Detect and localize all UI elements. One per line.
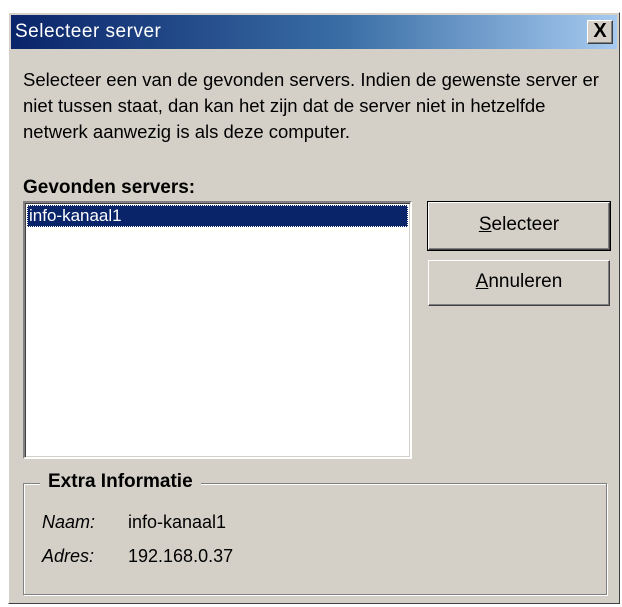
name-row: Naam: info-kanaal1 xyxy=(42,512,226,533)
list-item[interactable]: info-kanaal1 xyxy=(27,205,408,227)
address-label: Adres: xyxy=(42,546,95,566)
server-listbox[interactable]: info-kanaal1 xyxy=(23,201,412,459)
select-button-mnemonic: S xyxy=(478,214,492,235)
close-button[interactable]: X xyxy=(587,20,613,44)
select-button[interactable]: Selecteer xyxy=(427,201,611,251)
title-bar[interactable]: Selecteer server X xyxy=(11,15,617,49)
address-row: Adres: 192.168.0.37 xyxy=(42,546,233,567)
name-value: info-kanaal1 xyxy=(128,512,227,532)
cancel-button-mnemonic: A xyxy=(475,271,489,292)
found-servers-label: Gevonden servers: xyxy=(23,177,196,198)
close-icon: X xyxy=(593,20,607,42)
name-label: Naam: xyxy=(42,512,96,532)
extra-info-groupbox: Extra Informatie Naam: info-kanaal1 Adres… xyxy=(23,471,607,595)
window-title: Selecteer server xyxy=(15,21,162,42)
select-button-label: electeer xyxy=(491,214,560,235)
cancel-button-label: nnuleren xyxy=(488,271,563,292)
description-text: Selecteer een van de gevonden servers. I… xyxy=(23,69,599,142)
cancel-button[interactable]: Annuleren xyxy=(428,260,610,306)
extra-info-title: Extra Informatie xyxy=(40,471,201,493)
select-server-dialog: Selecteer server X Selecteer een van de … xyxy=(8,12,620,604)
address-value: 192.168.0.37 xyxy=(128,546,234,566)
